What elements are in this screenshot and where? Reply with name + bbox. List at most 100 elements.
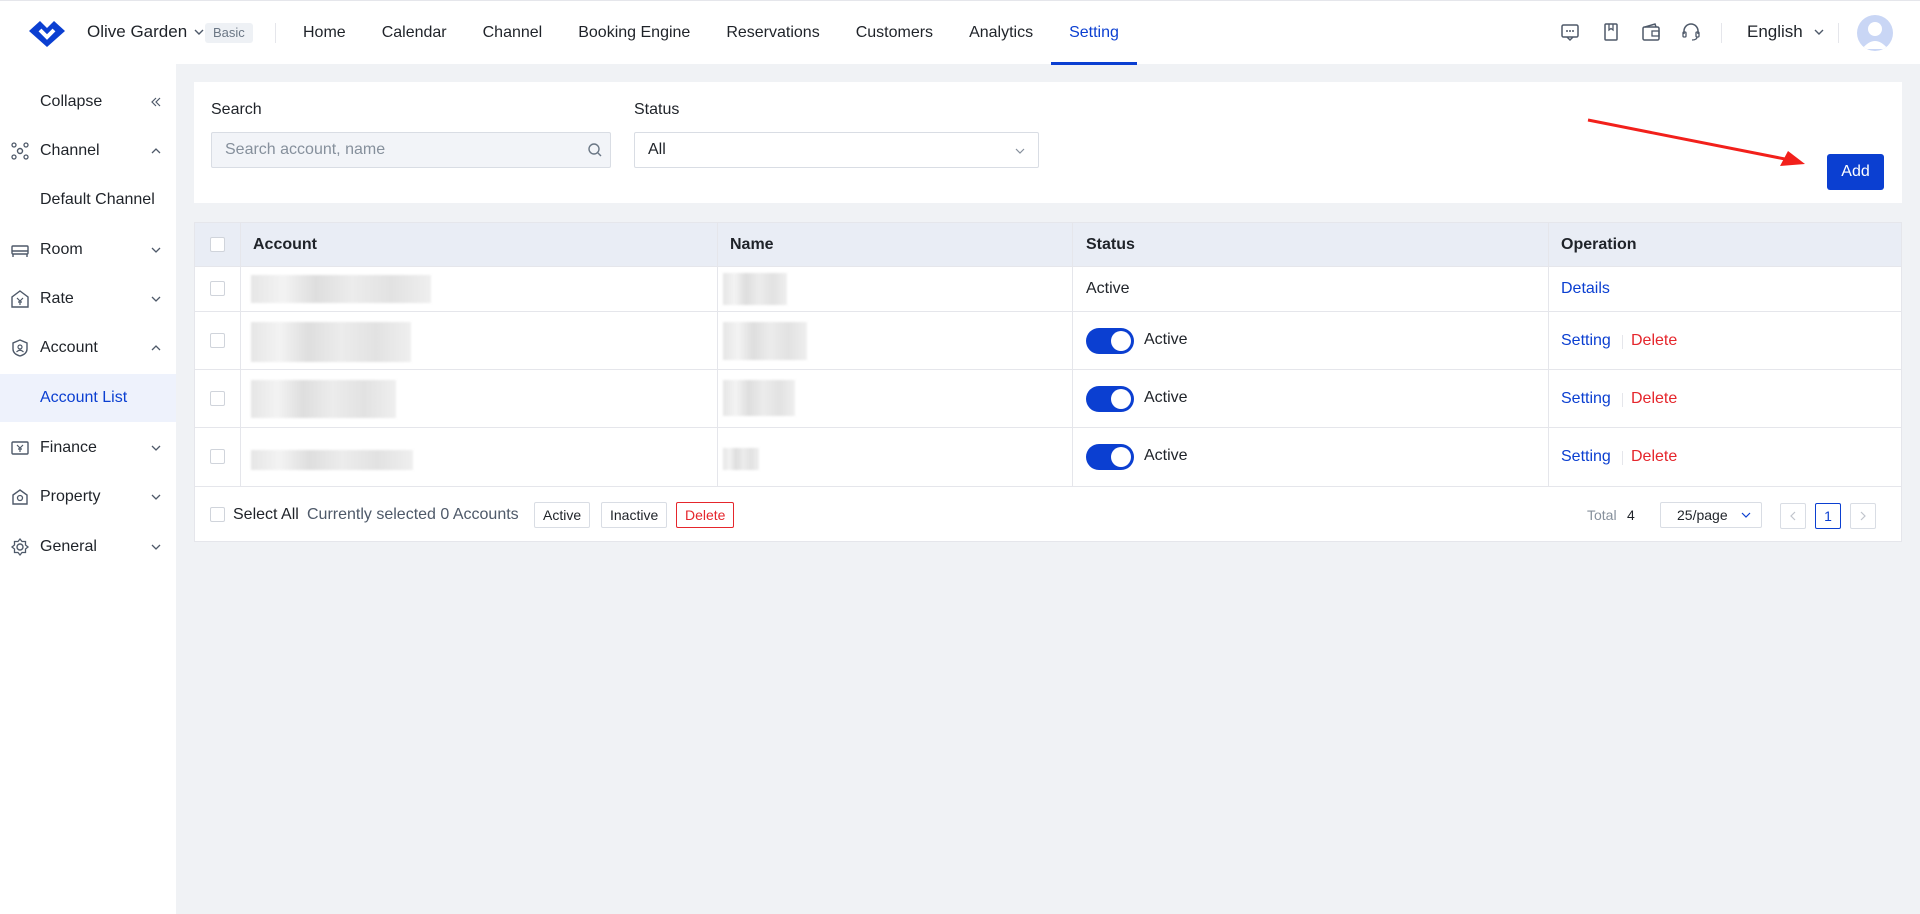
bookmark-icon[interactable]	[1600, 21, 1622, 43]
nav-calendar[interactable]: Calendar	[364, 1, 465, 65]
language-switcher[interactable]: English	[1747, 22, 1825, 42]
avatar[interactable]	[1857, 15, 1893, 51]
plan-badge: Basic	[205, 23, 253, 43]
search-input[interactable]	[211, 132, 611, 168]
page-number-button[interactable]: 1	[1815, 503, 1841, 529]
chevron-down-icon	[151, 494, 161, 500]
table-row: Active Setting Delete	[195, 370, 1901, 428]
status-label: Status	[634, 101, 680, 118]
divider	[1721, 23, 1722, 43]
bulk-delete-button[interactable]: Delete	[676, 502, 735, 528]
chevron-right-icon	[1860, 511, 1866, 521]
nav-customers[interactable]: Customers	[838, 1, 951, 65]
nav-analytics[interactable]: Analytics	[951, 1, 1051, 65]
chevron-left-icon	[1790, 511, 1796, 521]
page-size-value: 25/page	[1677, 507, 1728, 523]
double-chevron-left-icon	[151, 97, 161, 107]
chevron-down-icon	[151, 296, 161, 302]
sidebar-item-label: Account List	[40, 389, 128, 406]
bulk-inactive-button[interactable]: Inactive	[601, 502, 668, 528]
account-cell-redacted	[251, 450, 413, 470]
chevron-down-icon	[194, 29, 204, 35]
sidebar-item-label: Channel	[40, 142, 100, 159]
delete-link[interactable]: Delete	[1631, 448, 1677, 466]
status-toggle[interactable]	[1086, 444, 1134, 470]
name-cell-redacted	[723, 448, 759, 470]
next-page-button[interactable]	[1850, 503, 1876, 529]
nav-home[interactable]: Home	[285, 1, 364, 65]
search-icon[interactable]	[587, 142, 603, 158]
table-row: Active Setting Delete	[195, 428, 1901, 487]
property-icon	[12, 489, 28, 505]
nav-booking-engine[interactable]: Booking Engine	[560, 1, 708, 65]
sidebar-item-label: Property	[40, 488, 101, 505]
total-value: 4	[1627, 507, 1635, 523]
account-cell-redacted	[251, 275, 431, 303]
wallet-icon[interactable]	[1640, 21, 1662, 43]
hotel-name: Olive Garden	[87, 22, 188, 41]
row-checkbox[interactable]	[210, 333, 225, 348]
table-footer: Select All Currently selected 0 Accounts…	[195, 488, 1901, 542]
status-toggle[interactable]	[1086, 386, 1134, 412]
nav-channel[interactable]: Channel	[465, 1, 561, 65]
page-size-select[interactable]: 25/page	[1660, 502, 1762, 528]
details-link[interactable]: Details	[1561, 280, 1610, 298]
user-icon	[1862, 22, 1888, 49]
sidebar-item-finance[interactable]: Finance	[0, 424, 176, 472]
nav-reservations[interactable]: Reservations	[708, 1, 837, 65]
status-toggle[interactable]	[1086, 328, 1134, 354]
sidebar-item-label: Rate	[40, 290, 74, 307]
sidebar-item-default-channel[interactable]: Default Channel	[0, 176, 176, 224]
sidebar-item-room[interactable]: Room	[0, 226, 176, 274]
header-checkbox[interactable]	[210, 237, 225, 252]
sidebar-item-label: Account	[40, 339, 98, 356]
sidebar: Collapse Channel Default Channel Room Ra…	[0, 64, 176, 914]
sidebar-item-rate[interactable]: Rate	[0, 275, 176, 323]
setting-link[interactable]: Setting	[1561, 332, 1611, 350]
setting-link[interactable]: Setting	[1561, 448, 1611, 466]
column-header-account: Account	[253, 236, 317, 253]
row-checkbox[interactable]	[210, 281, 225, 296]
channel-icon	[11, 142, 29, 160]
delete-link[interactable]: Delete	[1631, 390, 1677, 408]
gear-icon	[10, 537, 30, 557]
chevron-down-icon	[151, 544, 161, 550]
name-cell-redacted	[723, 380, 795, 416]
sidebar-item-label: Finance	[40, 439, 97, 456]
row-checkbox[interactable]	[210, 391, 225, 406]
search-label: Search	[211, 101, 262, 118]
add-button[interactable]: Add	[1827, 154, 1884, 190]
status-text: Active	[1144, 447, 1188, 464]
delete-link[interactable]: Delete	[1631, 332, 1677, 350]
accounts-table: Account Name Status Operation Active Det…	[194, 222, 1902, 542]
bulk-active-button[interactable]: Active	[534, 502, 591, 528]
status-select[interactable]: All	[634, 132, 1039, 168]
name-cell-redacted	[723, 322, 807, 360]
hotel-switcher[interactable]: Olive Garden	[87, 22, 205, 42]
sidebar-collapse[interactable]: Collapse	[0, 78, 176, 126]
column-header-operation: Operation	[1561, 236, 1637, 253]
prev-page-button[interactable]	[1780, 503, 1806, 529]
setting-link[interactable]: Setting	[1561, 390, 1611, 408]
headset-icon[interactable]	[1680, 21, 1702, 43]
column-header-name: Name	[730, 236, 774, 253]
language-label: English	[1747, 22, 1803, 41]
selection-count: Currently selected 0 Accounts	[307, 506, 519, 523]
sidebar-item-general[interactable]: General	[0, 523, 176, 571]
chevron-down-icon	[151, 445, 161, 451]
row-checkbox[interactable]	[210, 449, 225, 464]
select-all-label[interactable]: Select All	[233, 506, 299, 524]
chevron-down-icon	[1015, 148, 1025, 154]
table-row: Active Details	[195, 267, 1901, 312]
operation-divider	[1622, 451, 1623, 465]
sidebar-item-property[interactable]: Property	[0, 473, 176, 521]
chevron-up-icon	[151, 148, 161, 154]
sidebar-item-account-list[interactable]: Account List	[0, 374, 176, 422]
sidebar-item-account[interactable]: Account	[0, 324, 176, 372]
brand-logo-icon[interactable]	[26, 13, 68, 51]
sidebar-item-channel[interactable]: Channel	[0, 127, 176, 175]
yen-icon	[11, 290, 29, 308]
nav-setting[interactable]: Setting	[1051, 1, 1137, 65]
message-icon[interactable]	[1559, 21, 1581, 43]
select-all-checkbox[interactable]	[210, 507, 225, 522]
